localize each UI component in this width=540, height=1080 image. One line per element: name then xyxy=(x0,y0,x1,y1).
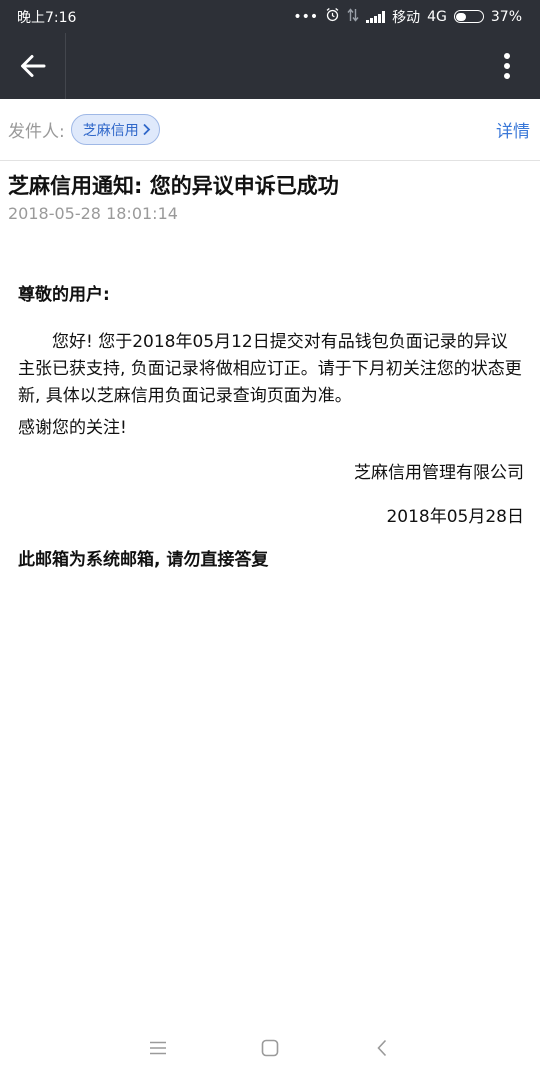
signal-strength-icon xyxy=(366,10,386,23)
email-header: 芝麻信用通知: 您的异议申诉已成功 2018-05-28 18:01:14 xyxy=(8,171,533,223)
alarm-icon xyxy=(325,7,340,26)
system-back-button[interactable] xyxy=(326,1028,438,1068)
toolbar xyxy=(0,33,540,99)
carrier-name: 移动 xyxy=(392,9,421,26)
more-vertical-icon xyxy=(504,53,510,79)
battery-percent: 37% xyxy=(490,8,522,25)
home-button[interactable] xyxy=(214,1028,326,1068)
chevron-left-icon xyxy=(377,1039,387,1056)
notification-dots-icon: ••• xyxy=(293,8,319,25)
details-link[interactable]: 详情 xyxy=(496,117,530,142)
sender-name: 芝麻信用 xyxy=(82,122,139,139)
sender-row: 发件人: 芝麻信用 详情 xyxy=(0,99,540,161)
email-body: 尊敬的用户: 您好! 您于2018年05月12日提交对有品钱包负面记录的异议主张… xyxy=(18,282,524,574)
arrow-left-icon xyxy=(20,55,45,77)
back-button[interactable] xyxy=(0,33,66,99)
sender-label: 发件人: xyxy=(8,122,65,142)
email-signature-company: 芝麻信用管理有限公司 xyxy=(354,463,524,483)
email-thanks: 感谢您的关注! xyxy=(18,418,127,438)
email-reader-screen: 晚上7:16 ••• 移动 4G 37% 发件人: 芝麻信用 详情 芝麻信用通知… xyxy=(0,0,540,1080)
system-navigation-bar xyxy=(0,1015,540,1080)
email-subject: 芝麻信用通知: 您的异议申诉已成功 xyxy=(8,174,339,198)
recent-apps-button[interactable] xyxy=(102,1028,214,1068)
sender-chip[interactable]: 芝麻信用 xyxy=(70,114,160,145)
home-square-icon xyxy=(261,1039,279,1056)
menu-icon xyxy=(150,1041,166,1054)
chevron-right-icon xyxy=(143,123,151,136)
email-greeting: 尊敬的用户: xyxy=(18,285,110,305)
data-transfer-icon xyxy=(347,7,359,26)
email-timestamp: 2018-05-28 18:01:14 xyxy=(8,204,178,223)
network-type: 4G xyxy=(427,8,447,25)
battery-fill xyxy=(456,12,466,21)
email-paragraph: 您好! 您于2018年05月12日提交对有品钱包负面记录的异议主张已获支持, 负… xyxy=(18,332,522,406)
status-bar: 晚上7:16 ••• 移动 4G 37% xyxy=(0,0,540,33)
email-signature-date: 2018年05月28日 xyxy=(386,507,524,527)
status-time: 晚上7:16 xyxy=(17,9,77,26)
email-footer-note: 此邮箱为系统邮箱, 请勿直接答复 xyxy=(18,550,269,570)
battery-icon xyxy=(453,10,484,23)
status-icons: ••• 移动 4G 37% xyxy=(293,7,522,27)
more-options-button[interactable] xyxy=(474,33,540,99)
